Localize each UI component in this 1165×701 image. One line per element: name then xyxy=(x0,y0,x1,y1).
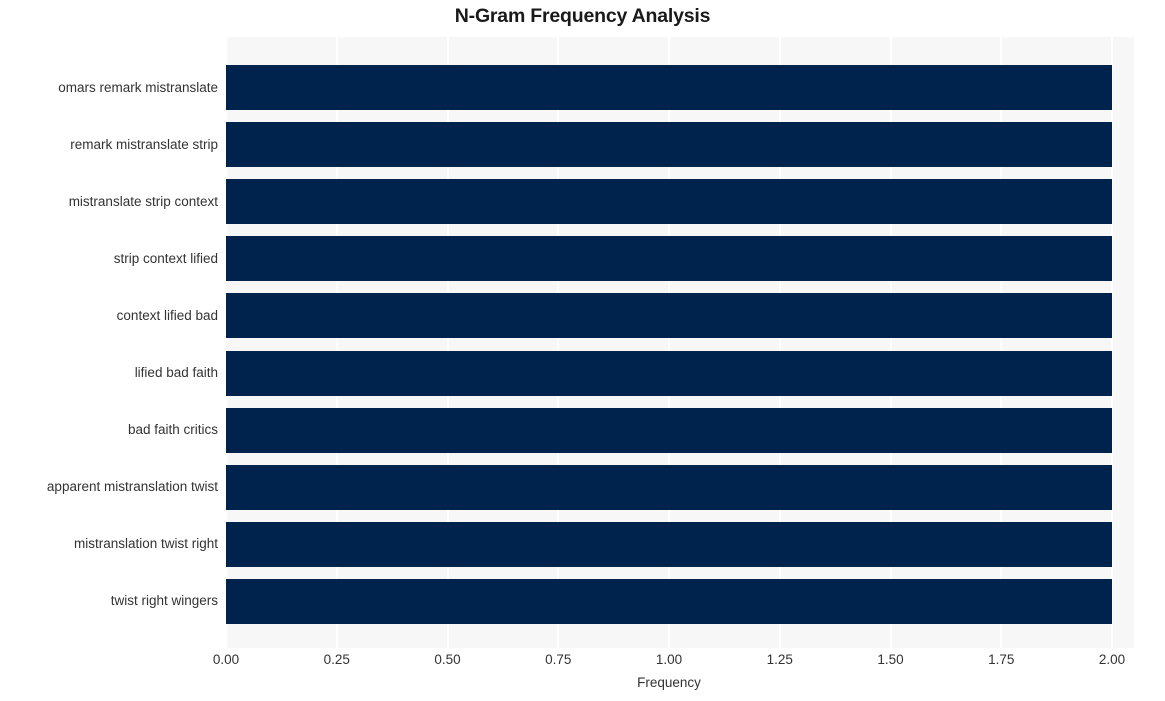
x-tick-label: 1.25 xyxy=(766,652,793,667)
y-tick-label: remark mistranslate strip xyxy=(70,136,218,152)
x-tick-label: 1.00 xyxy=(655,652,683,667)
x-tick-label: 0.50 xyxy=(434,652,461,667)
y-tick-label: mistranslation twist right xyxy=(73,536,218,552)
x-axis-label: Frequency xyxy=(226,675,1112,690)
x-tick-label: 0.25 xyxy=(323,652,350,667)
bar[interactable] xyxy=(226,578,1112,624)
y-tick-label: twist right wingers xyxy=(110,593,218,609)
bar[interactable] xyxy=(226,350,1112,396)
y-tick-label: mistranslate strip context xyxy=(68,193,218,209)
y-tick-label: omars remark mistranslate xyxy=(58,79,218,95)
bar[interactable] xyxy=(226,236,1112,282)
x-axis-tick-labels: 0.00 0.25 0.50 0.75 1.00 1.25 1.50 1.75 2.00 xyxy=(0,652,1165,674)
y-tick-label: bad faith critics xyxy=(127,422,218,438)
y-tick-label: lified bad faith xyxy=(134,365,218,380)
x-tick-label: 2.00 xyxy=(1098,652,1126,667)
x-tick-label: 0.75 xyxy=(545,652,572,667)
bar[interactable] xyxy=(226,521,1112,567)
x-tick-label: 1.75 xyxy=(988,652,1015,667)
bar[interactable] xyxy=(226,65,1112,110)
y-tick-label: apparent mistranslation twist xyxy=(46,479,218,495)
x-tick-label: 1.50 xyxy=(877,652,904,667)
y-tick-label: context lified bad xyxy=(116,307,218,323)
bar[interactable] xyxy=(226,179,1112,225)
y-axis-tick-labels: omars remark mistranslate remark mistrans… xyxy=(0,37,218,648)
bars-group xyxy=(226,37,1134,648)
x-tick-label: 0.00 xyxy=(212,652,240,667)
bar[interactable] xyxy=(226,407,1112,453)
plot-area xyxy=(225,37,1134,648)
bar[interactable] xyxy=(226,122,1112,168)
bar[interactable] xyxy=(226,464,1112,510)
chart-title: N-Gram Frequency Analysis xyxy=(454,5,711,27)
bar[interactable] xyxy=(226,293,1112,339)
ngram-frequency-chart: N-Gram Frequency Analysis omars remark m… xyxy=(0,0,1165,701)
x-axis-label-text: Frequency xyxy=(637,675,701,690)
y-tick-label: strip context lified xyxy=(113,250,218,266)
